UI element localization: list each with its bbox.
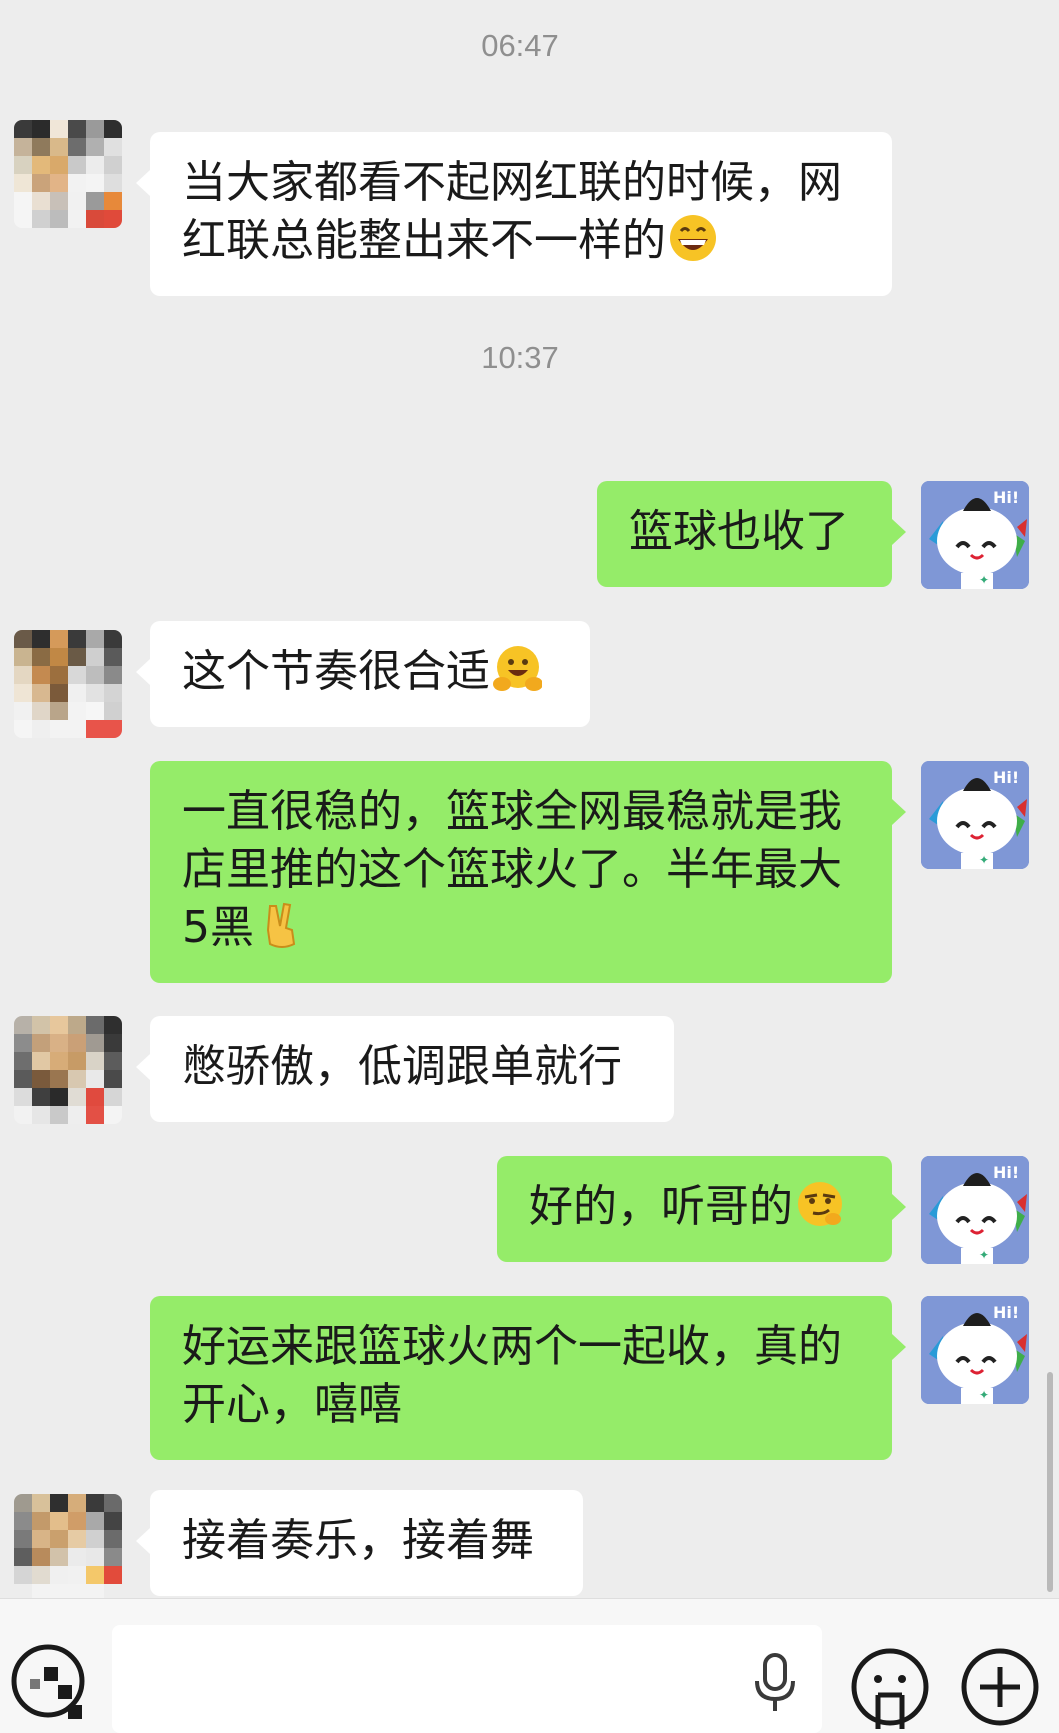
- message-bubble-outgoing[interactable]: 一直很稳的，篮球全网最稳就是我 店里推的这个篮球火了。半年最大 5黑: [150, 761, 906, 983]
- message-line: 开心，嘻嘻: [182, 1379, 402, 1430]
- grin-face-icon: [670, 215, 716, 261]
- contact-avatar[interactable]: [14, 1494, 122, 1602]
- message-bubble-incoming[interactable]: 接着奏乐，接着舞: [136, 1490, 583, 1596]
- message-line: 这个节奏很合适: [182, 643, 558, 701]
- message-line: 篮球也收了: [629, 506, 849, 557]
- microphone-icon[interactable]: [752, 1653, 798, 1713]
- message-line: 5黑: [182, 899, 860, 957]
- mascot-icon: ✦ Hi!: [921, 1156, 1029, 1264]
- mascot-icon: ✦ Hi!: [921, 761, 1029, 869]
- input-bar: [0, 1598, 1059, 1733]
- svg-text:Hi!: Hi!: [993, 768, 1019, 787]
- svg-text:Hi!: Hi!: [993, 1303, 1019, 1322]
- self-avatar[interactable]: ✦ Hi!: [921, 761, 1029, 869]
- self-avatar[interactable]: ✦ Hi!: [921, 481, 1029, 589]
- svg-text:✦: ✦: [979, 573, 989, 587]
- message-line: 店里推的这个篮球火了。半年最大: [182, 844, 842, 895]
- message-bubble-incoming[interactable]: 憋骄傲，低调跟单就行: [136, 1016, 674, 1122]
- self-avatar[interactable]: ✦ Hi!: [921, 1296, 1029, 1404]
- mascot-icon: ✦ Hi!: [921, 1296, 1029, 1404]
- svg-text:✦: ✦: [979, 1248, 989, 1262]
- voice-toggle-icon[interactable]: [8, 1639, 85, 1719]
- timestamp-0647: 06:47: [481, 28, 559, 63]
- contact-avatar[interactable]: [14, 630, 122, 738]
- message-line: 好运来跟篮球火两个一起收，真的: [182, 1321, 842, 1372]
- message-line: 当大家都看不起网红联的时候，网: [182, 157, 842, 208]
- plus-icon[interactable]: [958, 1645, 1042, 1729]
- svg-text:✦: ✦: [979, 1388, 989, 1402]
- message-input[interactable]: [112, 1625, 822, 1733]
- svg-text:Hi!: Hi!: [993, 1163, 1019, 1182]
- message-line: 好的，听哥的: [529, 1178, 860, 1236]
- emoji-face-icon[interactable]: [848, 1645, 932, 1729]
- contact-avatar[interactable]: [14, 1016, 122, 1124]
- svg-text:Hi!: Hi!: [993, 488, 1019, 507]
- message-line: 憋骄傲，低调跟单就行: [182, 1041, 622, 1092]
- mascot-icon: ✦ Hi!: [921, 481, 1029, 589]
- message-bubble-outgoing[interactable]: 篮球也收了: [597, 481, 906, 587]
- message-bubble-incoming[interactable]: 这个节奏很合适: [136, 621, 590, 727]
- timestamp-1037: 10:37: [481, 340, 559, 375]
- svg-text:✦: ✦: [979, 853, 989, 867]
- message-bubble-outgoing[interactable]: 好的，听哥的: [497, 1156, 906, 1262]
- victory-hand-icon: [266, 902, 296, 948]
- hugging-face-icon: [493, 646, 542, 691]
- message-line: 一直很稳的，篮球全网最稳就是我: [182, 786, 842, 837]
- message-bubble-outgoing[interactable]: 好运来跟篮球火两个一起收，真的 开心，嘻嘻: [150, 1296, 906, 1460]
- message-line: 红联总能整出来不一样的: [182, 212, 860, 270]
- smirk-face-icon: [798, 1182, 842, 1226]
- contact-avatar[interactable]: [14, 120, 122, 228]
- scrollbar[interactable]: [1047, 1372, 1053, 1592]
- message-line: 接着奏乐，接着舞: [182, 1515, 534, 1566]
- self-avatar[interactable]: ✦ Hi!: [921, 1156, 1029, 1264]
- message-bubble-incoming[interactable]: 当大家都看不起网红联的时候，网 红联总能整出来不一样的: [136, 132, 892, 296]
